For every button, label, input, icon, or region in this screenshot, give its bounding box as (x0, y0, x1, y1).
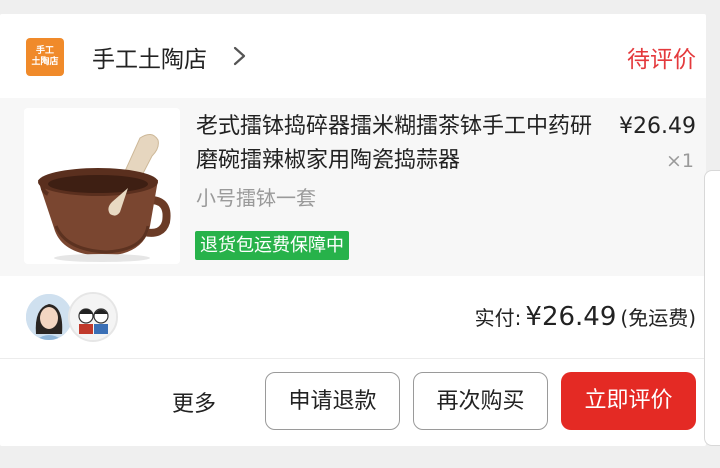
shop-logo-line2: 土陶店 (31, 57, 59, 67)
avatar[interactable] (68, 292, 118, 342)
cartoon-avatar-icon (70, 294, 116, 340)
shop-logo: 手工 土陶店 (26, 38, 64, 76)
shop-name[interactable]: 手工土陶店 (92, 40, 207, 74)
product-item[interactable]: 老式擂钵捣碎器擂米糊擂茶钵手工中药研磨碗擂辣椒家用陶瓷捣蒜器 小号擂钵一套 退货… (0, 98, 706, 276)
product-title[interactable]: 老式擂钵捣碎器擂米糊擂茶钵手工中药研磨碗擂辣椒家用陶瓷捣蒜器 (196, 110, 596, 178)
product-spec: 小号擂钵一套 (196, 186, 316, 210)
paid-summary: 实付: ¥26.49 (免运费) (475, 302, 696, 332)
payment-row: 实付: ¥26.49 (免运费) (0, 276, 706, 358)
return-shipping-badge: 退货包运费保障中 (195, 231, 349, 260)
avatar[interactable] (24, 292, 74, 342)
chevron-right-icon[interactable] (230, 42, 250, 70)
review-button[interactable]: 立即评价 (561, 372, 696, 430)
person-avatar-icon (26, 294, 72, 340)
shop-header[interactable]: 手工 土陶店 手工土陶店 待评价 (0, 14, 706, 98)
mortar-pestle-image (24, 108, 180, 264)
buy-again-button[interactable]: 再次购买 (413, 372, 548, 430)
product-image[interactable] (24, 108, 180, 264)
action-bar: 更多 申请退款 再次购买 立即评价 (0, 358, 706, 446)
avatar-group[interactable] (24, 290, 124, 344)
shipping-note: (免运费) (620, 306, 696, 330)
shop-logo-line1: 手工 (35, 46, 54, 56)
side-floating-tab[interactable] (704, 170, 720, 446)
paid-amount: ¥26.49 (525, 302, 617, 332)
paid-label: 实付: (474, 306, 522, 330)
order-card: 手工 土陶店 手工土陶店 待评价 老式擂钵捣碎器擂米糊擂茶钵手工中药研磨碗擂辣椒… (0, 14, 706, 446)
order-status: 待评价 (627, 47, 696, 73)
refund-button[interactable]: 申请退款 (265, 372, 400, 430)
product-quantity: ×1 (665, 150, 694, 172)
product-price: ¥26.49 (619, 114, 696, 139)
more-button[interactable]: 更多 (172, 386, 216, 418)
